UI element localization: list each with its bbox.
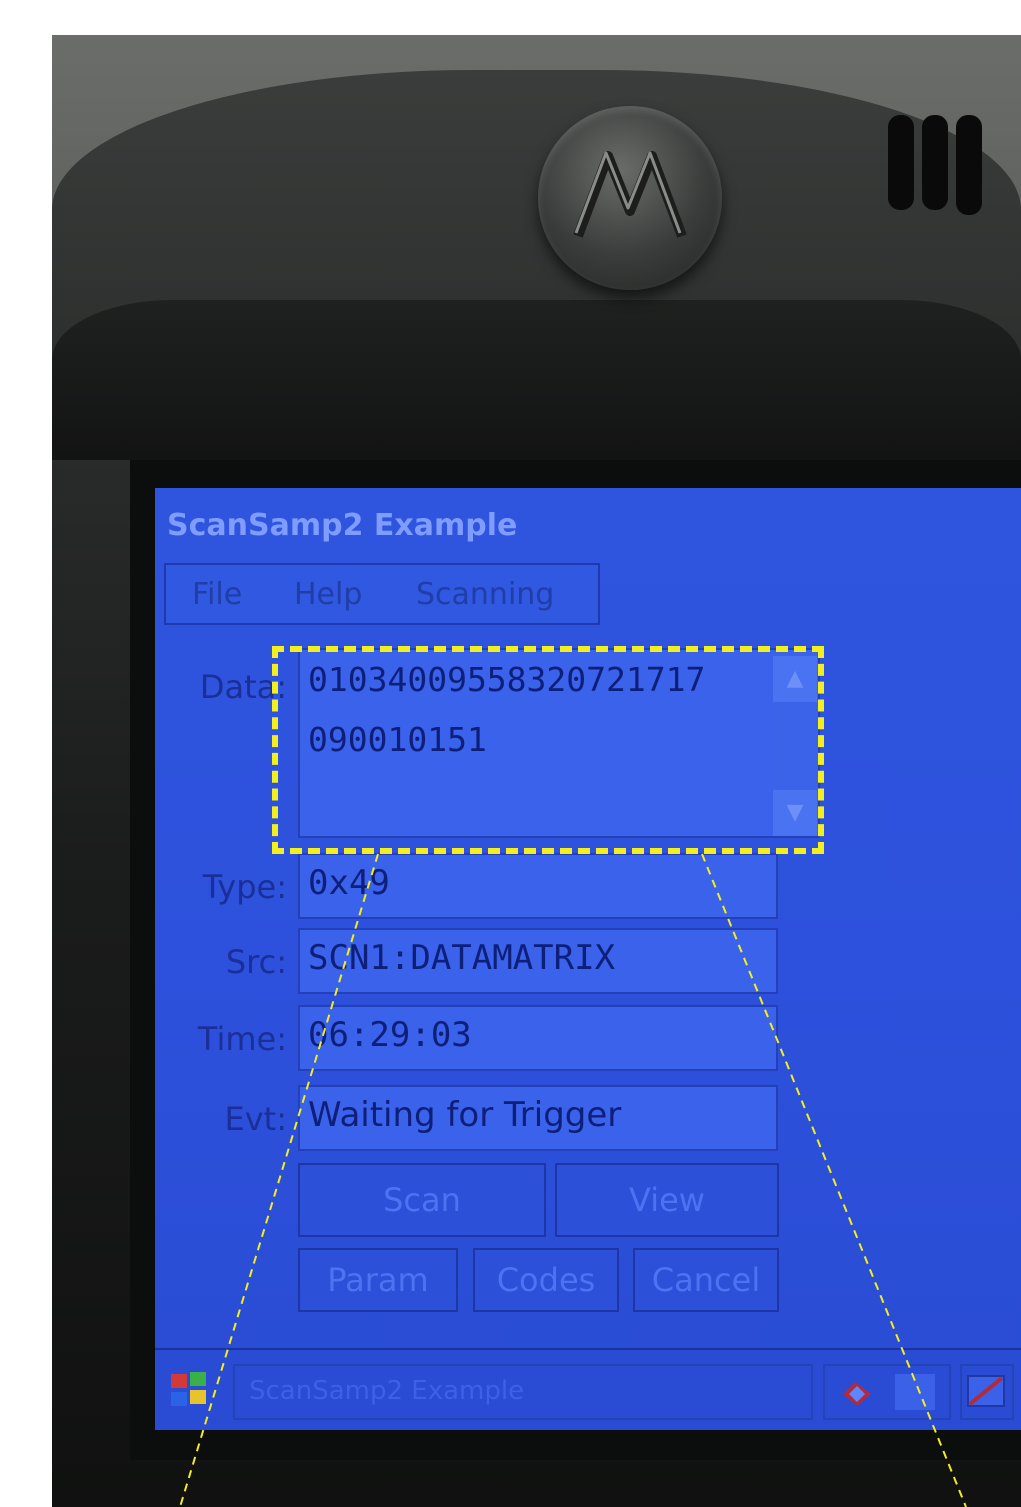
callout-lines	[179, 853, 967, 1507]
